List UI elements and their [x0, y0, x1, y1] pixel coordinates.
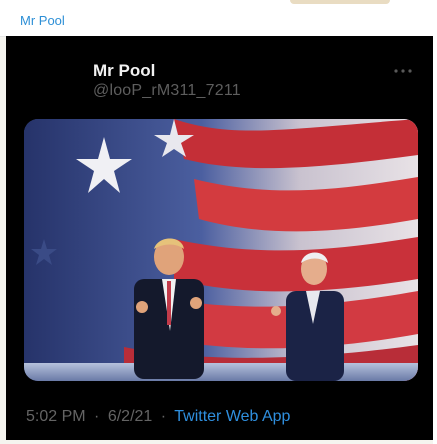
top-decoration	[290, 0, 390, 4]
display-name[interactable]: Mr Pool	[93, 61, 155, 81]
right-edge	[433, 36, 437, 444]
separator: ·	[94, 408, 100, 425]
separator: ·	[160, 408, 167, 425]
tweet-photo[interactable]	[24, 119, 418, 381]
tweet-card: Mr Pool @looP_rM311_7211 5:02 PM · 6/2/2…	[6, 36, 433, 440]
tweet-date[interactable]: 6/2/21	[108, 408, 152, 425]
avatar[interactable]	[28, 60, 76, 108]
ellipsis-horizontal-icon[interactable]	[391, 64, 415, 76]
tweet-time[interactable]: 5:02 PM	[26, 408, 86, 425]
window-title: Mr Pool	[20, 13, 65, 28]
tweet-meta: 5:02 PM · 6/2/21 · Twitter Web App	[26, 408, 290, 426]
top-bar: Mr Pool	[0, 0, 437, 37]
user-handle[interactable]: @looP_rM311_7211	[93, 82, 241, 100]
tweet-source-link[interactable]: Twitter Web App	[174, 408, 290, 425]
